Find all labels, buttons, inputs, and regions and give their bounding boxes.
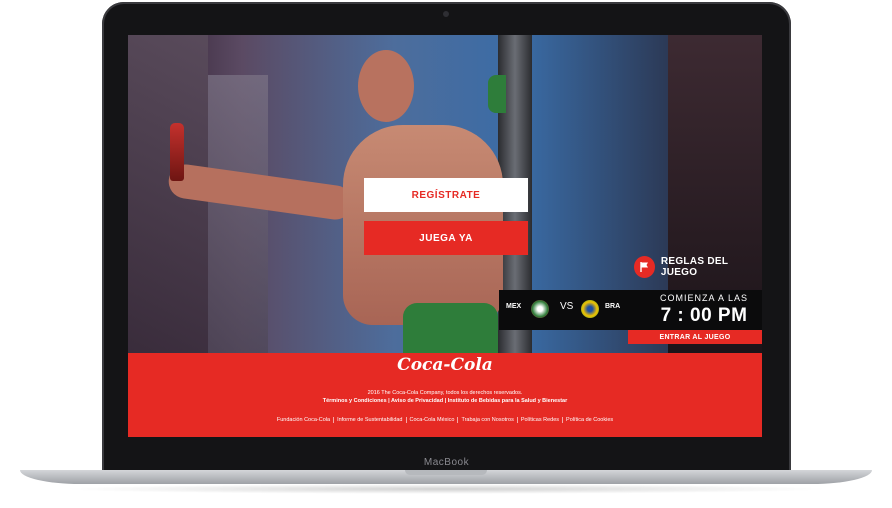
copyright-text: 2016 The Coca-Cola Company, todos los de… <box>367 390 523 396</box>
footer-link[interactable]: Coca-Cola México <box>405 417 458 423</box>
person-head <box>358 50 414 122</box>
home-team-code: MEX <box>506 303 522 310</box>
legal-links: Términos y Condiciones | Aviso de Privac… <box>322 398 568 404</box>
away-team-code: BRA <box>605 303 621 310</box>
laptop-base <box>20 470 872 484</box>
enter-game-button[interactable]: ENTRAR AL JUEGO <box>628 330 762 344</box>
versus-label: VS <box>560 301 574 312</box>
website-screen: REGÍSTRATE JUEGA YA REGLAS DEL JUEGO MEX… <box>128 35 762 437</box>
terms-link[interactable]: Términos y Condiciones <box>323 398 387 404</box>
brazil-ball-icon <box>581 300 599 318</box>
mexico-ball-icon <box>531 300 549 318</box>
footer: Coca-Cola 2016 The Coca-Cola Company, to… <box>128 353 762 437</box>
mexico-flag <box>488 75 506 113</box>
health-institute-link[interactable]: Instituto de Bebidas para la Salud y Bie… <box>448 398 568 404</box>
coca-cola-bottle <box>170 123 184 181</box>
laptop-shadow <box>60 484 832 494</box>
footer-link[interactable]: Trabaja con Nosotros <box>457 417 516 423</box>
privacy-link[interactable]: Aviso de Privacidad <box>391 398 443 404</box>
game-rules-link[interactable]: REGLAS DEL JUEGO <box>634 255 762 279</box>
base-notch <box>405 470 487 475</box>
match-time: 7 : 00 PM <box>660 305 748 326</box>
footer-link[interactable]: Políticas Redes <box>516 417 562 423</box>
register-button[interactable]: REGÍSTRATE <box>364 178 528 212</box>
footer-link[interactable]: Informe de Sustentabilidad <box>333 417 405 423</box>
device-label: MacBook <box>423 457 470 468</box>
flag-icon <box>634 256 655 278</box>
person-shorts <box>403 303 498 353</box>
footer-links: Fundación Coca-Cola Informe de Sustentab… <box>128 417 762 423</box>
building-left-far <box>208 75 268 353</box>
footer-link[interactable]: Política de Cookies <box>562 417 616 423</box>
starts-label: COMIENZA A LAS <box>659 293 749 303</box>
game-rules-label: REGLAS DEL JUEGO <box>660 256 729 278</box>
play-now-button[interactable]: JUEGA YA <box>364 221 528 255</box>
footer-link[interactable]: Fundación Coca-Cola <box>274 417 333 423</box>
camera-icon <box>443 11 449 17</box>
coca-cola-logo[interactable]: Coca-Cola <box>128 355 762 375</box>
match-box: MEX VS BRA COMIENZA A LAS 7 : 00 PM <box>499 290 762 330</box>
